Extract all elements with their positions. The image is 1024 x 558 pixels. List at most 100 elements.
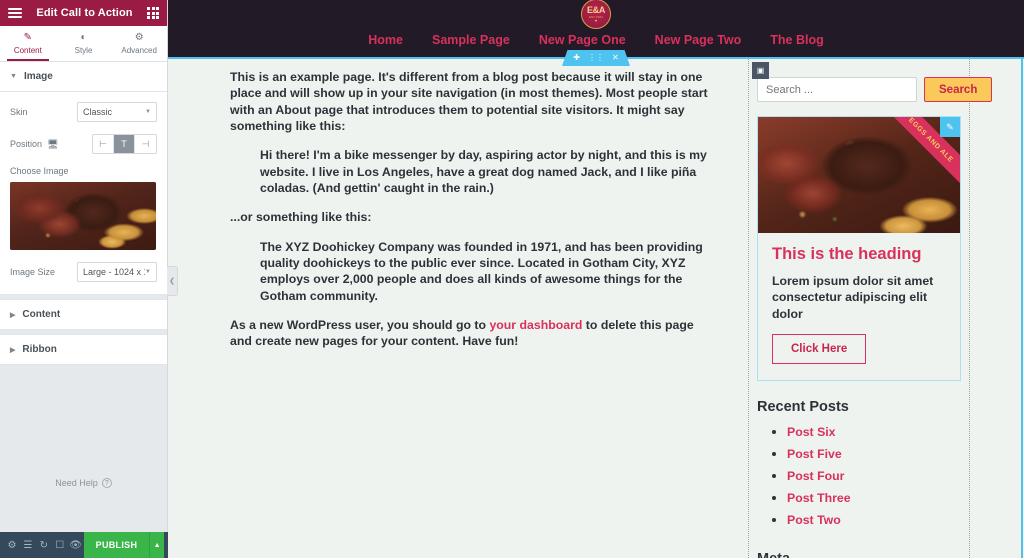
section-image-label: Image xyxy=(23,71,53,82)
desktop-icon[interactable]: 🖥 xyxy=(47,139,58,150)
recent-post-link[interactable]: Post Five xyxy=(787,447,842,461)
meta-title: Meta xyxy=(757,551,961,558)
blockquote-two: The XYZ Doohickey Company was founded in… xyxy=(260,239,712,304)
cta-description: Lorem ipsum dolor sit amet consectetur a… xyxy=(772,274,934,321)
pencil-icon[interactable]: ✎ xyxy=(940,117,960,137)
paragraph-outro: As a new WordPress user, you should go t… xyxy=(230,317,712,350)
blockquote-one: Hi there! I'm a bike messenger by day, a… xyxy=(260,147,712,196)
contrast-icon: ◐ xyxy=(80,31,87,43)
editor-panel: Edit Call to Action ✎ Content ◐ Style ⚙ … xyxy=(0,0,178,558)
recent-post-link[interactable]: Post Three xyxy=(787,491,851,505)
skin-value: Classic xyxy=(83,107,113,117)
page-article: This is an example page. It's different … xyxy=(168,59,742,558)
section-toolbar: ✚ ⋮⋮ ✕ xyxy=(562,50,630,66)
steak-image xyxy=(10,182,156,250)
meta-widget: Meta Site Admin Log out xyxy=(749,533,969,558)
preview-icon[interactable]: 👁 xyxy=(68,532,84,558)
grid-icon[interactable] xyxy=(147,7,159,19)
nav-item-sample-page[interactable]: Sample Page xyxy=(432,33,510,47)
panel-collapse-handle[interactable]: ❮ xyxy=(167,266,178,296)
panel-tabs: ✎ Content ◐ Style ⚙ Advanced xyxy=(0,26,167,62)
recent-post-link[interactable]: Post Two xyxy=(787,513,841,527)
recent-post-link[interactable]: Post Four xyxy=(787,469,844,483)
logo-ornament: ♥ xyxy=(594,17,598,23)
tab-style[interactable]: ◐ Style xyxy=(56,26,112,61)
recent-posts-title: Recent Posts xyxy=(757,399,849,416)
section-image-header[interactable]: ▼ Image xyxy=(0,62,167,92)
image-size-row: Image Size Large - 1024 x 10 ▼ xyxy=(10,262,157,282)
nav-item-new-page-one[interactable]: New Page One xyxy=(539,33,626,47)
add-icon[interactable]: ✚ xyxy=(573,54,580,62)
gear-icon[interactable]: ⚙ xyxy=(4,532,20,558)
site-header: E&A EST 2021 ♥ Home Sample Page New Page… xyxy=(168,0,1024,66)
question-icon: ? xyxy=(101,478,112,488)
tab-advanced-label: Advanced xyxy=(121,45,157,55)
drag-icon[interactable]: ⋮⋮ xyxy=(588,54,604,62)
elementor-editor: Edit Call to Action ✎ Content ◐ Style ⚙ … xyxy=(0,0,1024,558)
gear-icon: ⚙ xyxy=(134,31,144,43)
section-content-label: Content xyxy=(22,309,61,320)
close-icon[interactable]: ✕ xyxy=(612,54,619,62)
align-center-icon[interactable]: T xyxy=(114,135,135,153)
publish-button[interactable]: PUBLISH xyxy=(83,532,150,558)
widget-handle-icon[interactable]: ▣ xyxy=(752,62,769,79)
need-help-label: Need Help xyxy=(55,478,98,488)
image-size-label: Image Size xyxy=(10,267,56,277)
panel-footer: ⚙ ☰ ↻ ☐ 👁 PUBLISH ▲ xyxy=(0,532,168,558)
image-thumbnail[interactable] xyxy=(10,182,156,250)
image-size-value: Large - 1024 x 10 xyxy=(83,267,145,277)
sidebar-widgets: ▣ Search EGGS AND ALE ✎ This is the head… xyxy=(748,59,993,558)
nav-item-new-page-two[interactable]: New Page Two xyxy=(655,33,742,47)
panel-title: Edit Call to Action xyxy=(36,7,133,19)
align-right-icon[interactable]: ⊣ xyxy=(135,135,156,153)
logo-main: E&A xyxy=(586,4,606,15)
list-item: Post Four xyxy=(787,467,961,485)
search-button[interactable]: Search xyxy=(924,77,993,102)
list-item: Post Five xyxy=(787,445,961,463)
section-image-body: Skin Classic ▼ Position 🖥 ⊢ T ⊣ Choose I… xyxy=(0,92,167,295)
section-ribbon-label: Ribbon xyxy=(22,344,57,355)
responsive-icon[interactable]: ☐ xyxy=(52,532,68,558)
paragraph-outro-before: As a new WordPress user, you should go t… xyxy=(230,318,490,333)
image-size-select[interactable]: Large - 1024 x 10 ▼ xyxy=(77,262,157,282)
position-toggle-group: ⊢ T ⊣ xyxy=(92,134,157,154)
section-content-header[interactable]: ▶ Content xyxy=(0,299,167,330)
cta-widget: EGGS AND ALE ✎ This is the heading Lorem… xyxy=(757,116,961,382)
search-widget: Search xyxy=(749,65,993,102)
site-preview: E&A EST 2021 ♥ Home Sample Page New Page… xyxy=(168,0,1024,558)
list-item: Post Six xyxy=(787,423,961,441)
hamburger-icon[interactable] xyxy=(8,8,22,18)
list-item: Post Two xyxy=(787,511,961,529)
nav-item-the-blog[interactable]: The Blog xyxy=(770,33,823,47)
site-logo[interactable]: E&A EST 2021 ♥ xyxy=(581,0,611,29)
publish-options-button[interactable]: ▲ xyxy=(149,532,164,558)
cta-image: EGGS AND ALE ✎ xyxy=(758,117,960,233)
chevron-right-icon: ▶ xyxy=(10,311,16,319)
recent-posts-widget: Recent Posts Post Six Post Five Post Fou… xyxy=(749,381,969,529)
position-label-text: Position xyxy=(10,139,43,149)
blockquote-two-text: The XYZ Doohickey Company was founded in… xyxy=(260,239,703,303)
dashboard-link[interactable]: your dashboard xyxy=(489,318,582,332)
tab-content[interactable]: ✎ Content xyxy=(0,26,56,61)
section-ribbon-header[interactable]: ▶ Ribbon xyxy=(0,334,167,365)
skin-row: Skin Classic ▼ xyxy=(10,102,157,122)
cta-button[interactable]: Click Here xyxy=(772,334,867,365)
nav-item-home[interactable]: Home xyxy=(368,33,403,47)
search-input[interactable] xyxy=(757,77,917,102)
layers-icon[interactable]: ☰ xyxy=(20,532,36,558)
align-left-icon[interactable]: ⊢ xyxy=(93,135,114,153)
chevron-down-icon: ▼ xyxy=(145,109,151,115)
history-icon[interactable]: ↻ xyxy=(36,532,52,558)
paragraph-or: ...or something like this: xyxy=(230,210,372,225)
tab-advanced[interactable]: ⚙ Advanced xyxy=(111,26,167,61)
paragraph-intro: This is an example page. It's different … xyxy=(230,70,708,134)
skin-select[interactable]: Classic ▼ xyxy=(77,102,157,122)
pencil-icon: ✎ xyxy=(23,31,33,43)
chevron-down-icon: ▼ xyxy=(145,269,151,275)
choose-image-label: Choose Image xyxy=(10,166,69,176)
position-row: Position 🖥 ⊢ T ⊣ xyxy=(10,134,157,154)
panel-header: Edit Call to Action xyxy=(0,0,167,26)
skin-label: Skin xyxy=(10,107,28,117)
recent-post-link[interactable]: Post Six xyxy=(787,425,836,439)
position-label: Position 🖥 xyxy=(10,139,58,150)
